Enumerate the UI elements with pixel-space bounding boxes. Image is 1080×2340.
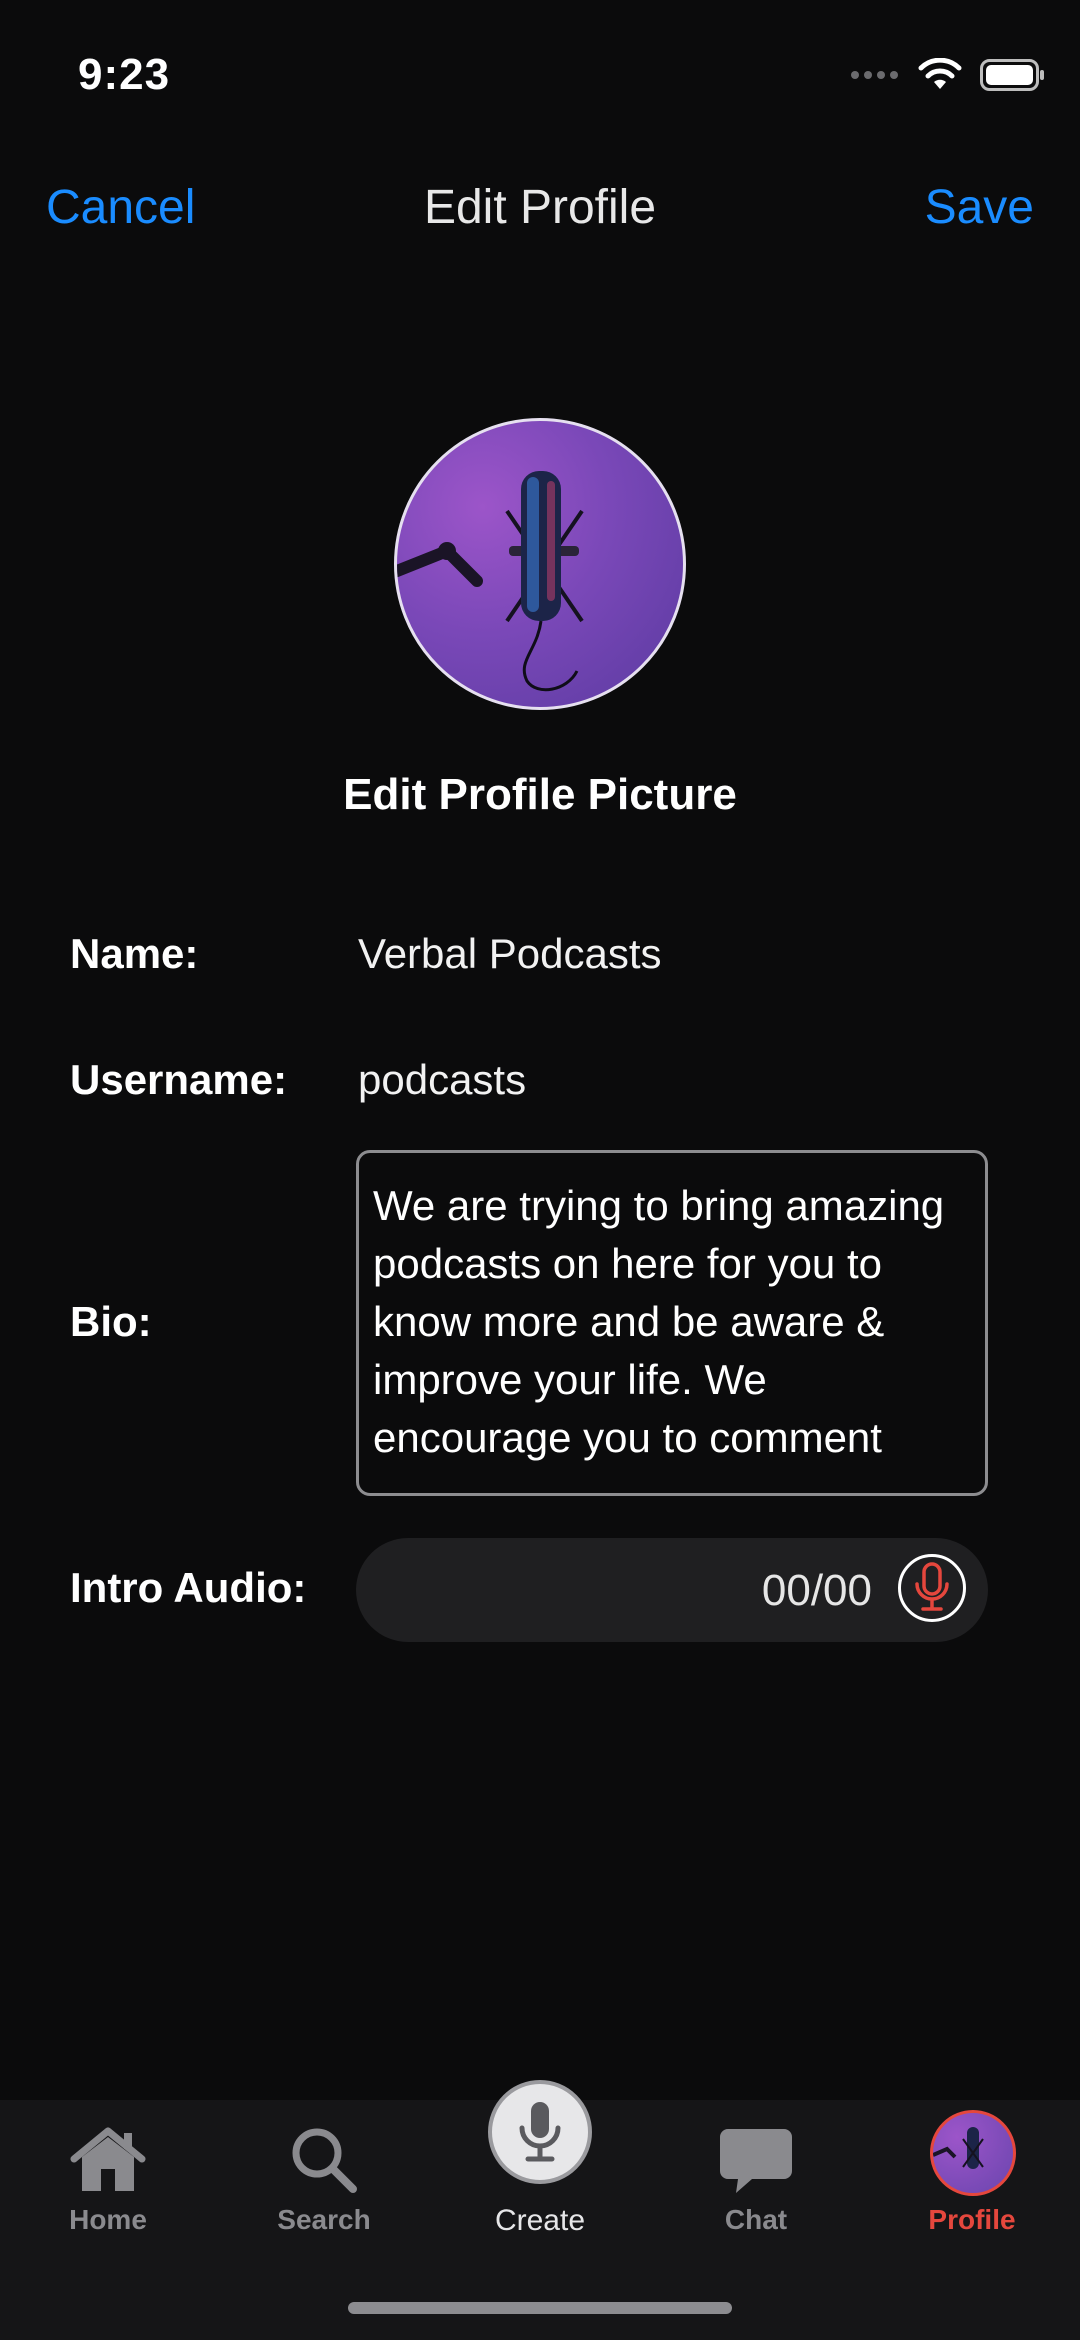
- bio-label: Bio:: [70, 1298, 152, 1345]
- tab-search[interactable]: Search: [216, 2100, 432, 2250]
- microphone-icon: [915, 1562, 949, 1611]
- tab-label-home: Home: [69, 2204, 147, 2235]
- tab-label-chat: Chat: [724, 2204, 788, 2235]
- username-field[interactable]: podcasts: [358, 1056, 526, 1104]
- home-icon: [68, 2122, 148, 2198]
- edit-profile-picture-button[interactable]: Edit Profile Picture: [0, 770, 1080, 820]
- username-label: Username:: [70, 1056, 288, 1103]
- wifi-icon: [918, 58, 962, 89]
- status-icons: [850, 58, 1046, 92]
- profile-picture[interactable]: [394, 418, 686, 710]
- page-title: Edit Profile: [423, 181, 657, 234]
- create-button[interactable]: [488, 2080, 592, 2184]
- tab-create[interactable]: Create: [432, 2080, 648, 2250]
- chat-bubble-icon: [716, 2122, 796, 2198]
- podcast-microphone-icon: [397, 471, 584, 692]
- status-bar: 9:23: [0, 0, 1080, 150]
- nav-bar: Cancel Edit Profile Save: [0, 160, 1080, 260]
- tab-label-profile: Profile: [928, 2204, 1016, 2235]
- audio-duration: 00/00: [761, 1566, 872, 1615]
- intro-audio-player[interactable]: 00/00: [356, 1538, 988, 1642]
- profile-avatar-icon: [930, 2110, 1016, 2196]
- record-audio-button[interactable]: [898, 1554, 966, 1622]
- bio-textarea[interactable]: We are trying to bring amazing podcasts …: [356, 1150, 988, 1496]
- search-icon: [284, 2122, 364, 2198]
- save-button[interactable]: Save: [925, 180, 1034, 235]
- name-field[interactable]: Verbal Podcasts: [358, 930, 662, 978]
- bio-text: We are trying to bring amazing podcasts …: [373, 1182, 945, 1461]
- tab-label-create: Create: [494, 2204, 586, 2237]
- tab-label-search: Search: [277, 2204, 371, 2235]
- status-time: 9:23: [78, 50, 171, 99]
- tab-chat[interactable]: Chat: [648, 2100, 864, 2250]
- microphone-icon: [519, 2102, 561, 2162]
- battery-icon: [980, 59, 1044, 91]
- intro-audio-label: Intro Audio:: [70, 1564, 307, 1611]
- home-indicator: [348, 2302, 732, 2314]
- cellular-dots-icon: [851, 71, 898, 79]
- name-label: Name:: [70, 930, 199, 977]
- tab-profile[interactable]: Profile: [864, 2100, 1080, 2250]
- tab-home[interactable]: Home: [0, 2100, 216, 2250]
